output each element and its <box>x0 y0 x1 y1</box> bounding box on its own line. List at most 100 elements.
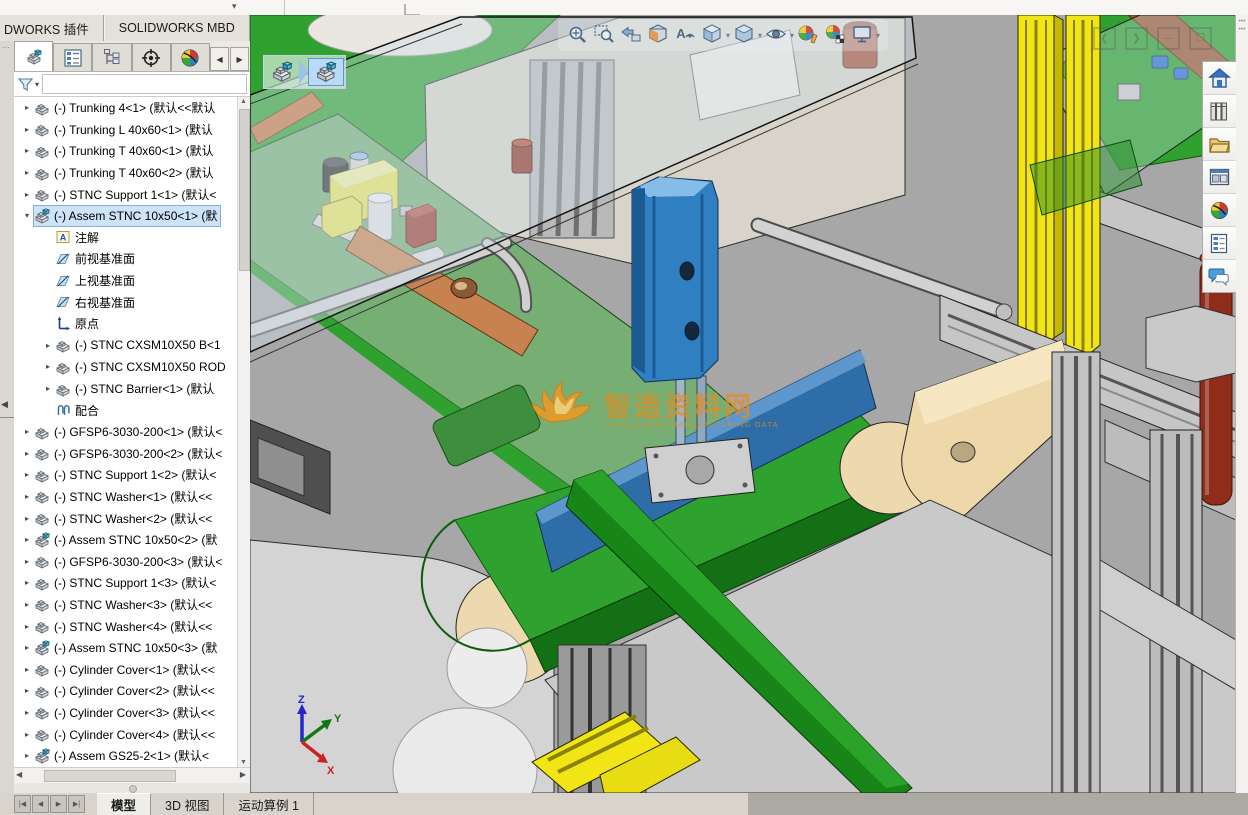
filter-funnel-icon[interactable] <box>17 76 34 93</box>
expand-arrow[interactable]: ▸ <box>20 600 34 609</box>
tree-row[interactable]: ▸ (-) Cylinder Cover<4> (默认<< <box>14 723 250 745</box>
tree-item[interactable]: (-) Cylinder Cover<3> (默认<< <box>34 702 218 722</box>
assembly-crumb-root[interactable] <box>265 59 299 85</box>
section-view-button[interactable] <box>647 23 671 47</box>
taskpane-file-explorer-button[interactable] <box>1203 128 1236 161</box>
tree-row[interactable]: ▸ (-) Trunking T 40x60<2> (默认 <box>14 162 250 184</box>
assembly-crumb-selected[interactable] <box>308 58 344 86</box>
expand-arrow[interactable]: ▸ <box>20 578 34 587</box>
ghost-minimize[interactable]: — <box>1157 27 1180 50</box>
expand-arrow[interactable]: ▸ <box>20 622 34 631</box>
taskpane-home-button[interactable] <box>1203 62 1236 95</box>
scroll-left-icon[interactable]: ◀ <box>16 770 22 779</box>
expand-arrow[interactable]: ▸ <box>20 449 34 458</box>
tree-row[interactable]: ▸ (-) Assem STNC 10x50<3> (默 <box>14 637 250 659</box>
tab-scroll-3[interactable]: ▶| <box>68 795 85 813</box>
expand-arrow[interactable]: ▸ <box>20 146 34 155</box>
tree-row[interactable]: ▸ (-) STNC Washer<2> (默认<< <box>14 507 250 529</box>
tree-row[interactable]: 前视基准面 <box>14 248 250 270</box>
tree-row[interactable]: ▸ (-) Cylinder Cover<1> (默认<< <box>14 658 250 680</box>
zoom-to-fit-button[interactable] <box>566 23 590 47</box>
panel-splitter[interactable] <box>14 783 250 793</box>
scroll-right-icon[interactable]: ▶ <box>240 770 246 779</box>
tab-scroll-0[interactable]: |◀ <box>14 795 31 813</box>
tree-row[interactable]: ▸ (-) STNC CXSM10X50 ROD <box>14 356 250 378</box>
tree-item[interactable]: 右视基准面 <box>55 292 138 312</box>
ghost-restore[interactable]: ❐ <box>1189 27 1212 50</box>
tree-row[interactable]: ▸ (-) GFSP6-3030-200<3> (默认< <box>14 550 250 572</box>
doc-tab-2[interactable]: 运动算例 1 <box>224 793 314 815</box>
panel-tab-propertymanager[interactable] <box>53 43 93 71</box>
previous-view-button[interactable] <box>620 23 644 47</box>
tree-row[interactable]: ▸ (-) Cylinder Cover<3> (默认<< <box>14 702 250 724</box>
expand-arrow[interactable]: ▸ <box>20 190 34 199</box>
graphics-area[interactable]: 智造资料网 INTELLIGENT MANUFACTURING DATA Z Y… <box>250 15 1236 793</box>
tab-scroll-2[interactable]: ▶ <box>50 795 67 813</box>
tree-row[interactable]: ▸ (-) STNC Support 1<3> (默认< <box>14 572 250 594</box>
ribbon-tab-dworks-插件[interactable]: DWORKS 插件 <box>0 15 104 41</box>
task-pane-strip[interactable]: ••• ••• <box>1235 15 1248 815</box>
tree-row[interactable]: 原点 <box>14 313 250 335</box>
tree-row[interactable]: ▸ (-) Cylinder Cover<2> (默认<< <box>14 680 250 702</box>
tree-item[interactable]: 注解 <box>55 227 102 247</box>
ribbon-tab-solidworks-mbd[interactable]: SOLIDWORKS MBD <box>103 15 250 41</box>
expand-arrow[interactable]: ▸ <box>20 557 34 566</box>
view-settings-button[interactable]: ▾ <box>851 23 880 47</box>
expand-arrow[interactable]: ▸ <box>41 384 55 393</box>
tree-item[interactable]: (-) Cylinder Cover<2> (默认<< <box>34 681 218 701</box>
tree-item[interactable]: (-) Trunking L 40x60<1> (默认 <box>34 119 216 139</box>
tree-item[interactable]: (-) Cylinder Cover<1> (默认<< <box>34 659 218 679</box>
tree-item[interactable]: (-) Trunking 4<1> (默认<<默认 <box>34 98 218 118</box>
tree-item[interactable]: (-) Cylinder Cover<4> (默认<< <box>34 724 218 744</box>
taskpane-design-library-button[interactable] <box>1203 95 1236 128</box>
tree-row[interactable]: ▸ (-) STNC Barrier<1> (默认 <box>14 378 250 400</box>
doc-tab-1[interactable]: 3D 视图 <box>151 793 225 815</box>
scroll-thumb[interactable] <box>239 109 250 271</box>
expand-arrow[interactable]: ▸ <box>41 362 55 371</box>
expand-arrow[interactable]: ▸ <box>20 643 34 652</box>
expand-arrow[interactable]: ▸ <box>20 514 34 523</box>
zoom-to-area-button[interactable] <box>593 23 617 47</box>
tree-item[interactable]: (-) Assem GS25-2<1> (默认< <box>34 746 212 766</box>
tree-item[interactable]: (-) Assem STNC 10x50<3> (默 <box>34 638 220 658</box>
tree-row[interactable]: 右视基准面 <box>14 291 250 313</box>
tree-row[interactable]: ▸ (-) Assem GS25-2<1> (默认< <box>14 745 250 767</box>
taskpane-solidworks-forum-button[interactable] <box>1203 260 1236 292</box>
tree-row[interactable]: ▸ (-) GFSP6-3030-200<1> (默认< <box>14 421 250 443</box>
panel-tab-scroll-right[interactable]: ▶ <box>230 47 250 71</box>
expand-arrow[interactable]: ▸ <box>20 103 34 112</box>
tree-item[interactable]: 原点 <box>55 314 102 334</box>
splitter-dot[interactable] <box>129 785 137 793</box>
tree-item[interactable]: (-) STNC Washer<4> (默认<< <box>34 616 215 636</box>
expand-arrow[interactable]: ▸ <box>41 341 55 350</box>
3d-model-scene[interactable]: 智造资料网 INTELLIGENT MANUFACTURING DATA Z Y… <box>250 15 1236 793</box>
tree-item[interactable]: (-) STNC CXSM10X50 B<1 <box>55 335 224 355</box>
panel-tab-featuremanager-design-tree[interactable] <box>14 41 54 71</box>
toolbar-dropdown-caret[interactable]: ▾ <box>232 1 237 12</box>
scroll-thumb[interactable] <box>44 770 176 782</box>
tree-item[interactable]: (-) Trunking T 40x60<2> (默认 <box>34 163 217 183</box>
panel-tab-dimxpertmanager[interactable] <box>131 43 171 71</box>
tree-item[interactable]: 上视基准面 <box>55 271 138 291</box>
taskpane-view-palette-button[interactable] <box>1203 161 1236 194</box>
tree-row[interactable]: ▸ (-) Trunking 4<1> (默认<<默认 <box>14 97 250 119</box>
doc-tab-0[interactable]: 模型 <box>97 793 152 815</box>
tree-item[interactable]: (-) STNC CXSM10X50 ROD <box>55 357 229 377</box>
tree-row[interactable]: ▸ (-) STNC Washer<1> (默认<< <box>14 486 250 508</box>
tree-row[interactable]: ▸ (-) Assem STNC 10x50<2> (默 <box>14 529 250 551</box>
tree-row[interactable]: 上视基准面 <box>14 270 250 292</box>
tree-row[interactable]: ▸ (-) Trunking T 40x60<1> (默认 <box>14 140 250 162</box>
expand-arrow[interactable]: ▸ <box>20 665 34 674</box>
expand-arrow[interactable]: ▸ <box>20 730 34 739</box>
expand-arrow[interactable]: ▸ <box>20 492 34 501</box>
annotation-view-button[interactable] <box>674 23 698 47</box>
panel-collapse-icon[interactable]: ◀ <box>1 399 8 410</box>
expand-arrow[interactable]: ▸ <box>20 751 34 760</box>
tree-row[interactable]: ▸ (-) STNC Washer<4> (默认<< <box>14 615 250 637</box>
ghost-doc-prev[interactable]: ❮ <box>1093 27 1116 50</box>
display-style-caret-icon[interactable]: ▾ <box>758 31 762 40</box>
tree-item[interactable]: (-) Assem STNC 10x50<1> (默 <box>32 204 222 227</box>
tree-row[interactable]: 配合 <box>14 399 250 421</box>
apply-scene-button[interactable] <box>824 23 848 47</box>
edit-appearance-button[interactable] <box>797 23 821 47</box>
